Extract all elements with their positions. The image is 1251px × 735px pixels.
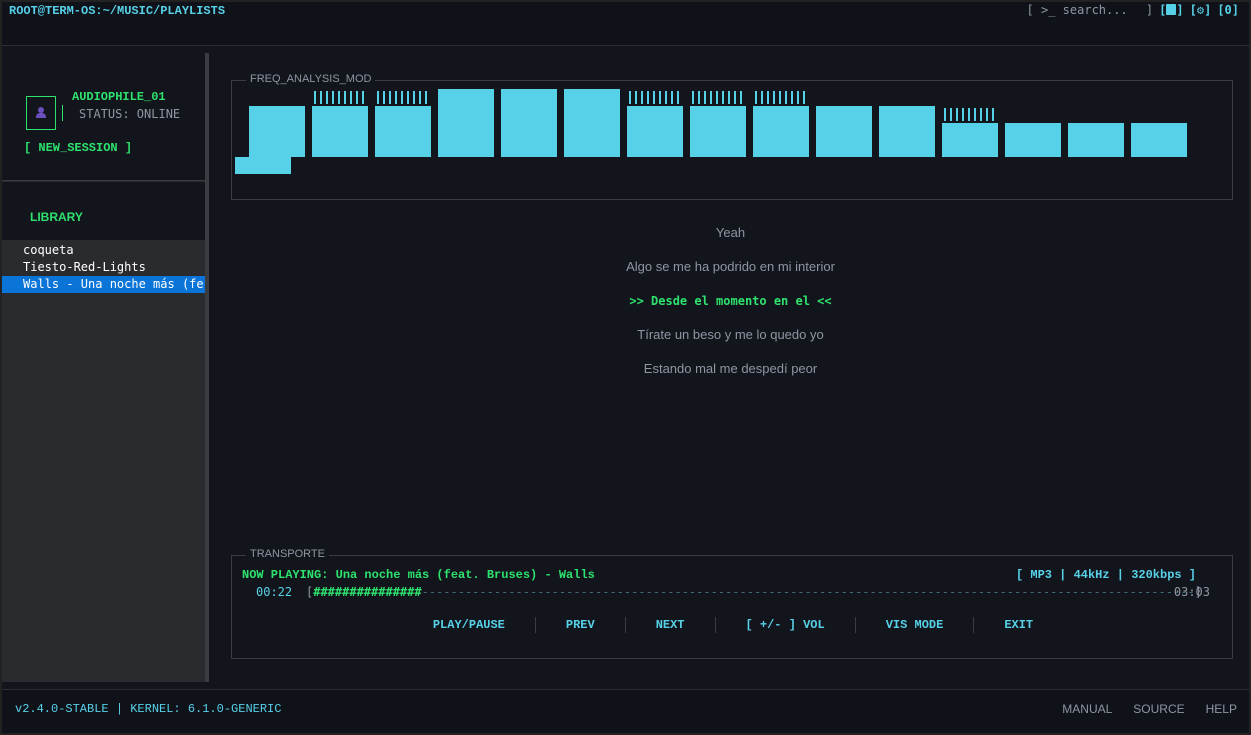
library-list: coqueta Tiesto-Red-Lights Walls - Una no… bbox=[2, 242, 205, 293]
visualizer-bar bbox=[879, 106, 935, 157]
visualizer-bar bbox=[1131, 123, 1187, 157]
visualizer-bar bbox=[375, 106, 431, 157]
library-title: LIBRARY bbox=[30, 210, 83, 224]
user-icon bbox=[36, 107, 46, 119]
transport-controls: PLAY/PAUSE PREV NEXT [ +/- ] VOL VIS MOD… bbox=[232, 617, 1234, 633]
total-duration: 03:03 bbox=[1173, 585, 1210, 599]
peak-markers bbox=[377, 91, 427, 104]
path-breadcrumb: ROOT@TERM-OS:~/MUSIC/PLAYLISTS bbox=[9, 4, 226, 18]
file-icon bbox=[1166, 4, 1177, 15]
visualizer-bar bbox=[564, 89, 620, 157]
next-button[interactable]: NEXT bbox=[624, 617, 715, 633]
list-item[interactable]: Tiesto-Red-Lights bbox=[2, 259, 205, 276]
list-item-active[interactable]: Walls - Una noche más (fe bbox=[2, 276, 205, 293]
visualizer-bar bbox=[235, 157, 291, 174]
list-item[interactable]: coqueta bbox=[2, 242, 205, 259]
new-session-button[interactable]: [ NEW_SESSION ] bbox=[24, 141, 132, 155]
visualizer-bar bbox=[942, 123, 998, 157]
peak-markers bbox=[629, 91, 679, 104]
manual-link[interactable]: MANUAL bbox=[1062, 702, 1112, 716]
footer: v2.4.0-STABLE | KERNEL: 6.1.0-GENERIC MA… bbox=[2, 689, 1249, 733]
visualizer-bar bbox=[1005, 123, 1061, 157]
peak-markers bbox=[692, 91, 742, 104]
frequency-visualizer: FREQ_ANALYSIS_MOD bbox=[231, 73, 1233, 200]
progress-bar[interactable]: [###############------------------------… bbox=[306, 585, 1202, 599]
avatar bbox=[26, 96, 56, 130]
lyrics-panel: Yeah Algo se me ha podrido en mi interio… bbox=[212, 223, 1249, 393]
play-pause-button[interactable]: PLAY/PAUSE bbox=[403, 617, 535, 633]
now-playing: NOW PLAYING: Una noche más (feat. Bruses… bbox=[242, 568, 595, 582]
source-link[interactable]: SOURCE bbox=[1133, 702, 1184, 716]
visualizer-title: FREQ_ANALYSIS_MOD bbox=[246, 73, 376, 85]
peak-markers bbox=[944, 108, 994, 121]
status-text: STATUS: ONLINE bbox=[79, 107, 181, 121]
header-actions: [ >_ ] [] [⚙] [0] bbox=[1027, 3, 1239, 17]
visualizer-bar bbox=[249, 106, 305, 157]
progress-fill: ############### bbox=[313, 585, 422, 599]
prev-button[interactable]: PREV bbox=[534, 617, 625, 633]
footer-links: MANUAL SOURCE HELP bbox=[1062, 702, 1237, 716]
visualizer-bar bbox=[501, 89, 557, 157]
file-button[interactable]: [] bbox=[1159, 3, 1183, 17]
top-bar: ROOT@TERM-OS:~/MUSIC/PLAYLISTS [ >_ ] []… bbox=[2, 2, 1249, 46]
search-box[interactable]: [ >_ ] bbox=[1026, 3, 1154, 17]
notifications-button[interactable]: [0] bbox=[1217, 3, 1239, 17]
search-input[interactable] bbox=[1062, 3, 1139, 17]
search-bracket: ] bbox=[1145, 3, 1154, 17]
lyric-line: Tírate un beso y me lo quedo yo bbox=[637, 327, 824, 342]
transport-panel: TRANSPORTE NOW PLAYING: Una noche más (f… bbox=[231, 548, 1234, 659]
app-window: ROOT@TERM-OS:~/MUSIC/PLAYLISTS [ >_ ] []… bbox=[2, 2, 1249, 733]
search-prompt: [ >_ bbox=[1026, 3, 1056, 17]
visualizer-bar bbox=[438, 89, 494, 157]
visualizer-bar bbox=[312, 106, 368, 157]
progress-remaining: ----------------------------------------… bbox=[421, 585, 1195, 599]
visualizer-bar bbox=[1068, 123, 1124, 157]
lyric-line-current: >> Desde el momento en el << bbox=[629, 294, 832, 308]
exit-button[interactable]: EXIT bbox=[973, 617, 1063, 633]
help-link[interactable]: HELP bbox=[1206, 702, 1237, 716]
username: AUDIOPHILE_01 bbox=[72, 90, 166, 104]
visualizer-bar bbox=[627, 106, 683, 157]
version-info: v2.4.0-STABLE | KERNEL: 6.1.0-GENERIC bbox=[15, 702, 282, 716]
peak-markers bbox=[755, 91, 805, 104]
lyric-line: Algo se me ha podrido en mi interior bbox=[626, 259, 835, 274]
sidebar: AUDIOPHILE_01 STATUS: ONLINE [ NEW_SESSI… bbox=[2, 53, 209, 682]
status-divider bbox=[62, 105, 63, 121]
elapsed-time: 00:22 bbox=[256, 585, 293, 599]
library-header: LIBRARY bbox=[2, 182, 205, 240]
visualizer-bar bbox=[753, 106, 809, 157]
visualizer-bar bbox=[690, 106, 746, 157]
volume-button[interactable]: [ +/- ] VOL bbox=[714, 617, 855, 633]
format-info: [ MP3 | 44kHz | 320kbps ] bbox=[1015, 568, 1196, 582]
main-content: FREQ_ANALYSIS_MOD Yeah Algo se me ha pod… bbox=[212, 53, 1249, 682]
visualizer-bar bbox=[816, 106, 872, 157]
lyric-line: Estando mal me despedí peor bbox=[643, 361, 818, 376]
user-panel: AUDIOPHILE_01 STATUS: ONLINE [ NEW_SESSI… bbox=[2, 53, 205, 181]
lyric-line: Yeah bbox=[715, 225, 746, 240]
gear-icon: ⚙ bbox=[1196, 3, 1205, 17]
settings-button[interactable]: [⚙] bbox=[1190, 3, 1212, 17]
peak-markers bbox=[314, 91, 364, 104]
transport-title: TRANSPORTE bbox=[246, 548, 329, 560]
vis-mode-button[interactable]: VIS MODE bbox=[854, 617, 974, 633]
